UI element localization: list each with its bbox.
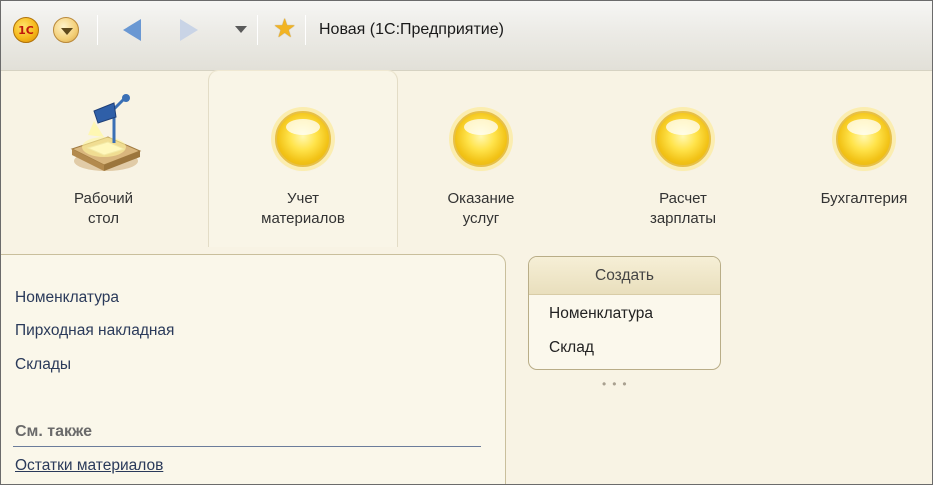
favorites-star-icon[interactable]: ★	[273, 15, 296, 41]
section-services[interactable]: Оказание услуг	[401, 71, 561, 247]
see-also-item-material-balances[interactable]: Остатки материалов	[15, 457, 163, 475]
orb-icon	[655, 111, 711, 167]
section-desktop[interactable]: Рабочий стол	[1, 71, 206, 247]
1c-logo-icon[interactable]: 1С	[13, 17, 39, 43]
section-materials[interactable]: Учет материалов	[208, 71, 398, 247]
orb-icon	[453, 111, 509, 167]
create-item-warehouse[interactable]: Склад	[549, 339, 594, 357]
toolbar-separator	[305, 15, 306, 45]
orb-icon	[275, 111, 331, 167]
window-title: Новая (1С:Предприятие)	[319, 21, 504, 38]
desk-lamp-icon	[64, 91, 144, 177]
back-arrow-icon[interactable]	[123, 19, 141, 41]
nav-item-warehouses[interactable]: Склады	[15, 356, 71, 374]
toolbar-separator	[257, 15, 258, 45]
section-payroll[interactable]: Расчет зарплаты	[601, 71, 765, 247]
section-label: Рабочий стол	[73, 190, 134, 227]
history-dropdown-icon[interactable]	[235, 26, 247, 33]
orb-icon	[836, 111, 892, 167]
section-label: Расчет зарплаты	[649, 190, 717, 227]
panel-resize-grip[interactable]: •••	[602, 377, 633, 391]
see-also-divider	[13, 446, 481, 447]
section-accounting[interactable]: Бухгалтерия	[789, 71, 932, 247]
app-window: 1С ★ Новая (1С:Предприятие) Рабочий стол…	[0, 0, 933, 485]
logo-text: 1С	[18, 23, 34, 37]
section-label: Оказание услуг	[447, 190, 515, 227]
sections-panel: Рабочий стол Учет материалов Оказание ус…	[1, 71, 932, 247]
section-label: Учет материалов	[261, 190, 345, 227]
navigation-panel: Номенклатура Пирходная накладная Склады …	[1, 254, 506, 484]
toolbar-separator	[97, 15, 98, 45]
create-panel: Создать Номенклатура Склад	[528, 256, 721, 370]
see-also-heading: См. также	[15, 423, 93, 440]
main-menu-button[interactable]	[53, 17, 79, 43]
create-item-nomenclature[interactable]: Номенклатура	[549, 305, 653, 323]
nav-item-nomenclature[interactable]: Номенклатура	[15, 289, 119, 307]
section-label: Бухгалтерия	[820, 190, 908, 207]
title-bar: 1С ★ Новая (1С:Предприятие)	[1, 1, 932, 71]
nav-item-receipt-invoice[interactable]: Пирходная накладная	[15, 322, 174, 340]
forward-arrow-icon[interactable]	[180, 19, 198, 41]
create-panel-title: Создать	[529, 257, 720, 295]
